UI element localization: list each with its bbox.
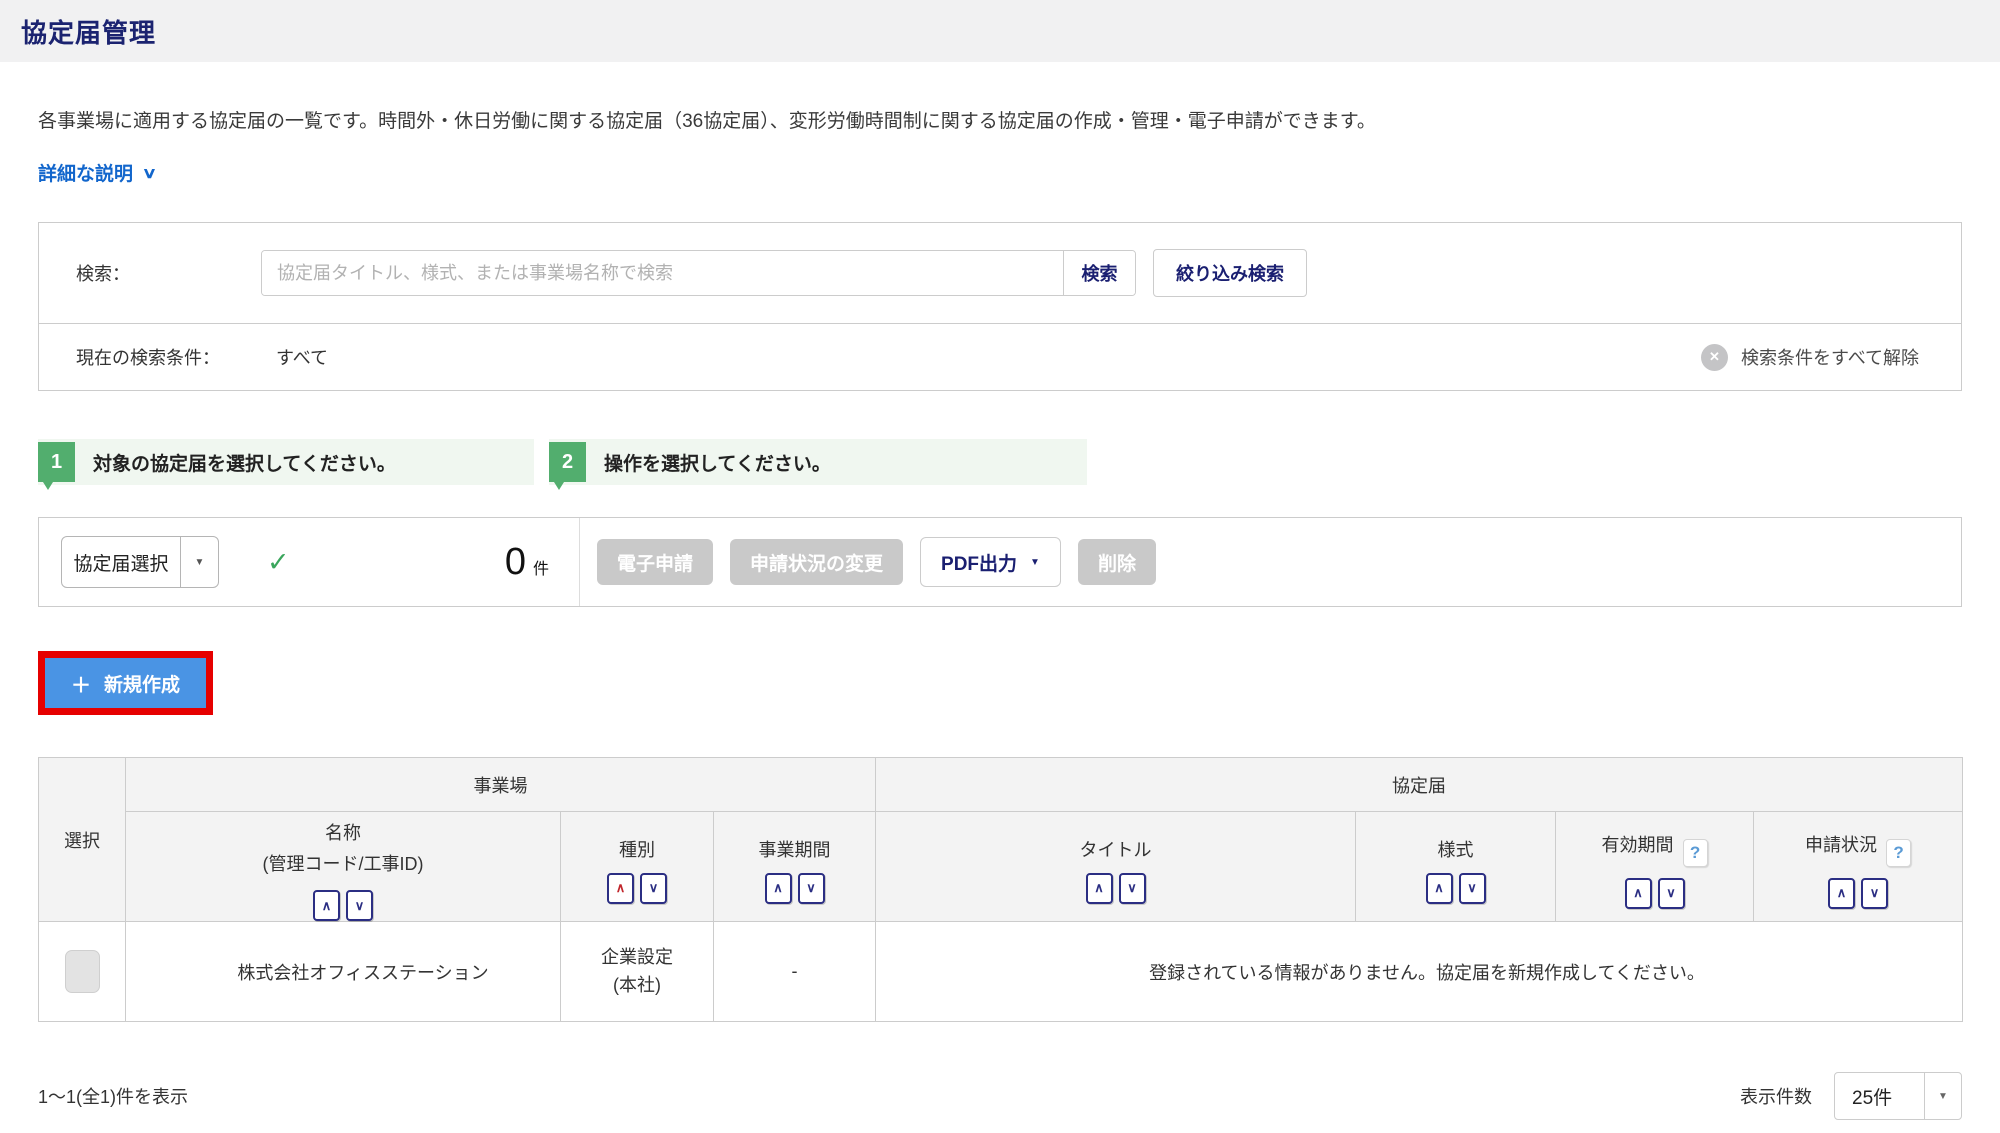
clear-all-conditions-button[interactable]: ✕ 検索条件をすべて解除 xyxy=(1701,344,1919,371)
action-buttons-zone: 電子申請 申請状況の変更 PDF出力 ▼ 削除 xyxy=(579,518,1961,606)
header-application-status: 申請状況? ∧ ∨ xyxy=(1754,812,1963,922)
sort-asc-button[interactable]: ∧ xyxy=(1625,878,1652,909)
header-period: 事業期間 ∧ ∨ xyxy=(714,812,876,922)
search-row: 検索： 検索 絞り込み検索 xyxy=(39,223,1961,324)
clear-all-conditions-label: 検索条件をすべて解除 xyxy=(1741,344,1919,370)
chevron-down-icon: ∨ xyxy=(142,164,157,182)
header-format-label: 様式 xyxy=(1356,836,1555,862)
header-group-agreement: 協定届 xyxy=(876,758,1963,812)
row-period-cell: - xyxy=(714,922,876,1022)
sort-desc-button[interactable]: ∨ xyxy=(346,890,373,921)
caret-down-icon: ▼ xyxy=(1924,1073,1961,1119)
table-row: 株式会社オフィスステーション 企業設定 (本社) - 登録されている情報がありま… xyxy=(39,922,1963,1022)
header-name: 名称 (管理コード/工事ID) ∧ ∨ xyxy=(126,812,561,922)
header-type: 種別 ∧ ∨ xyxy=(561,812,714,922)
selected-count-value: 0 xyxy=(505,541,526,584)
list-footer: 1〜1(全1)件を表示 表示件数 25件 ▼ xyxy=(38,1072,1962,1120)
step-1-banner: 1 対象の協定届を選択してください。 xyxy=(38,439,534,485)
detail-description-link[interactable]: 詳細な説明 ∨ xyxy=(38,159,155,186)
agreements-table: 選択 事業場 協定届 名称 (管理コード/工事ID) ∧ ∨ 種別 xyxy=(38,757,1963,1022)
per-page-label: 表示件数 xyxy=(1740,1083,1812,1109)
caret-down-icon: ▼ xyxy=(1030,557,1040,568)
sort-asc-button[interactable]: ∧ xyxy=(1086,873,1113,904)
sort-asc-button[interactable]: ∧ xyxy=(1828,878,1855,909)
search-panel: 検索： 検索 絞り込み検索 現在の検索条件： すべて ✕ 検索条件をすべて解除 xyxy=(38,222,1962,391)
search-button[interactable]: 検索 xyxy=(1063,251,1135,295)
close-icon: ✕ xyxy=(1701,344,1728,371)
check-icon: ✓ xyxy=(267,547,290,578)
filter-search-button[interactable]: 絞り込み検索 xyxy=(1153,249,1307,297)
header-period-label: 事業期間 xyxy=(714,836,875,862)
page-header: 協定届管理 xyxy=(0,0,2000,62)
search-label: 検索： xyxy=(76,260,261,286)
header-application-status-label: 申請状況 xyxy=(1805,835,1877,855)
row-name-cell: 株式会社オフィスステーション xyxy=(126,922,561,1022)
header-name-line1: 名称 xyxy=(126,818,560,849)
sort-desc-button[interactable]: ∨ xyxy=(798,873,825,904)
header-title: タイトル ∧ ∨ xyxy=(876,812,1356,922)
search-input-group: 検索 xyxy=(261,250,1136,296)
steps-row: 1 対象の協定届を選択してください。 2 操作を選択してください。 xyxy=(38,439,1962,485)
agreement-select-dropdown[interactable]: 協定届選択 ▼ xyxy=(61,536,219,588)
pdf-export-label: PDF出力 xyxy=(941,549,1017,576)
caret-down-icon: ▼ xyxy=(180,537,218,587)
header-select: 選択 xyxy=(39,758,126,922)
header-type-label: 種別 xyxy=(561,836,713,862)
current-conditions-label: 現在の検索条件： xyxy=(76,344,220,370)
step-2-text: 操作を選択してください。 xyxy=(604,449,831,476)
header-title-label: タイトル xyxy=(876,836,1355,862)
create-new-button[interactable]: ＋ 新規作成 xyxy=(45,658,206,708)
help-icon[interactable]: ? xyxy=(1683,839,1708,867)
sort-desc-button[interactable]: ∨ xyxy=(1861,878,1888,909)
row-type-line1: 企業設定 xyxy=(561,944,713,972)
sort-desc-button[interactable]: ∨ xyxy=(640,873,667,904)
row-checkbox[interactable] xyxy=(65,950,100,993)
header-format: 様式 ∧ ∨ xyxy=(1356,812,1556,922)
sort-asc-button[interactable]: ∧ xyxy=(1426,873,1453,904)
selected-count: 0 件 xyxy=(505,541,549,584)
agreement-select-label: 協定届選択 xyxy=(62,537,180,587)
selected-count-unit: 件 xyxy=(533,555,549,579)
per-page-dropdown[interactable]: 25件 ▼ xyxy=(1834,1072,1962,1120)
sort-asc-button[interactable]: ∧ xyxy=(765,873,792,904)
header-valid-period-label: 有効期間 xyxy=(1602,835,1674,855)
row-type-cell: 企業設定 (本社) xyxy=(561,922,714,1022)
selection-zone: 協定届選択 ▼ ✓ 0 件 xyxy=(39,518,579,606)
result-count-text: 1〜1(全1)件を表示 xyxy=(38,1083,188,1109)
action-panel: 協定届選択 ▼ ✓ 0 件 電子申請 申請状況の変更 PDF出力 ▼ 削除 xyxy=(38,517,1962,607)
sort-asc-button[interactable]: ∧ xyxy=(313,890,340,921)
row-type-line2: (本社) xyxy=(561,972,713,1000)
step-1-badge: 1 xyxy=(38,442,75,482)
per-page-value: 25件 xyxy=(1835,1073,1924,1119)
sort-desc-button[interactable]: ∨ xyxy=(1459,873,1486,904)
search-input[interactable] xyxy=(262,251,1063,295)
detail-description-label: 詳細な説明 xyxy=(38,159,133,186)
sort-desc-button[interactable]: ∨ xyxy=(1658,878,1685,909)
plus-icon: ＋ xyxy=(71,669,91,698)
help-icon[interactable]: ? xyxy=(1886,839,1911,867)
step-1-text: 対象の協定届を選択してください。 xyxy=(93,449,396,476)
e-apply-button[interactable]: 電子申請 xyxy=(597,539,713,585)
sort-desc-button[interactable]: ∨ xyxy=(1119,873,1146,904)
row-select-cell xyxy=(39,922,126,1022)
header-valid-period: 有効期間? ∧ ∨ xyxy=(1556,812,1754,922)
step-2-banner: 2 操作を選択してください。 xyxy=(549,439,1087,485)
create-new-label: 新規作成 xyxy=(104,670,180,697)
create-button-highlight: ＋ 新規作成 xyxy=(38,651,213,715)
per-page-control: 表示件数 25件 ▼ xyxy=(1740,1072,1962,1120)
page-description: 各事業場に適用する協定届の一覧です。時間外・休日労働に関する協定届（36協定届）… xyxy=(38,106,1962,133)
current-conditions-value: すべて xyxy=(276,344,328,370)
header-name-line2: (管理コード/工事ID) xyxy=(126,849,560,880)
page-title: 協定届管理 xyxy=(21,13,156,50)
status-change-button[interactable]: 申請状況の変更 xyxy=(730,539,903,585)
delete-button[interactable]: 削除 xyxy=(1078,539,1156,585)
step-2-badge: 2 xyxy=(549,442,586,482)
pdf-export-button[interactable]: PDF出力 ▼ xyxy=(920,537,1061,587)
current-conditions-row: 現在の検索条件： すべて ✕ 検索条件をすべて解除 xyxy=(39,324,1961,390)
sort-asc-button[interactable]: ∧ xyxy=(607,873,634,904)
row-empty-message: 登録されている情報がありません。協定届を新規作成してください。 xyxy=(876,922,1963,1022)
header-group-workplace: 事業場 xyxy=(126,758,876,812)
